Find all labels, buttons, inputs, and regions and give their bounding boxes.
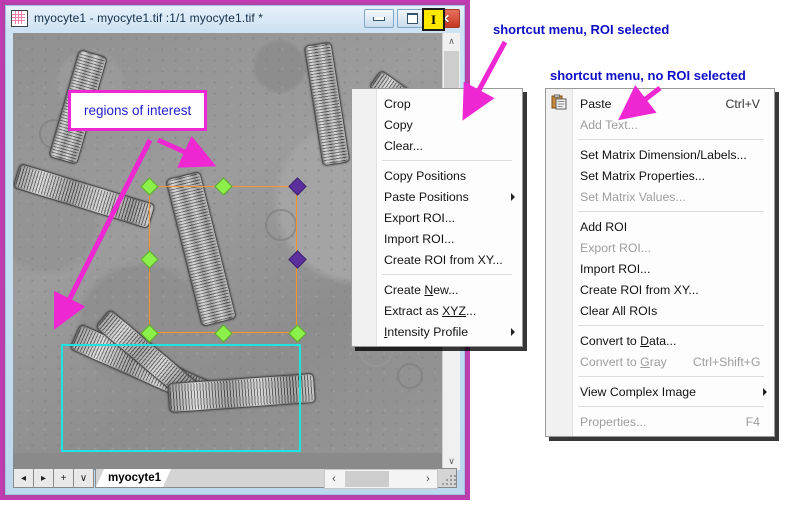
menu-item-add-text: Add Text... [546, 114, 774, 135]
menu-item-create-roi-from-xy[interactable]: Create ROI from XY... [352, 249, 522, 270]
menu-item-label: Set Matrix Values... [580, 190, 686, 204]
menu-item-shortcut: Ctrl+V [699, 97, 760, 111]
scroll-left-button[interactable]: ‹ [325, 470, 343, 488]
annotation-no-roi: shortcut menu, no ROI selected [550, 68, 746, 83]
menu-item-label: Clear All ROIs [580, 304, 657, 318]
menu-item-convert-to-data[interactable]: Convert to Data... [546, 330, 774, 351]
menu-item-shortcut: Ctrl+Shift+G [667, 355, 761, 369]
window-controls: ✕ [364, 9, 460, 28]
menu-item-label: Paste [580, 97, 611, 111]
menu-item-label: Copy Positions [384, 169, 466, 183]
menu-item-label: Set Matrix Dimension/Labels... [580, 148, 747, 162]
roi-unselected-rect[interactable] [61, 344, 301, 452]
image-artifact [397, 363, 423, 389]
menu-item-label: Create ROI from XY... [384, 253, 503, 267]
menu-item-import-roi[interactable]: Import ROI... [546, 258, 774, 279]
menu-item-import-roi[interactable]: Import ROI... [352, 228, 522, 249]
menu-item-export-roi: Export ROI... [546, 237, 774, 258]
menu-separator [578, 211, 764, 212]
annotation-roi-selected: shortcut menu, ROI selected [493, 22, 669, 37]
context-menu-no-roi[interactable]: Paste Ctrl+V Add Text... Set Matrix Dimen… [545, 88, 775, 437]
menu-item-export-roi[interactable]: Export ROI... [352, 207, 522, 228]
text-tool-button[interactable]: I [422, 8, 445, 31]
menu-item-view-complex-image[interactable]: View Complex Image [546, 381, 774, 402]
tab-first-button[interactable]: ◂ [13, 468, 34, 488]
menu-item-intensity-profile[interactable]: Intensity Profile [352, 321, 522, 342]
menu-item-label: Export ROI... [580, 241, 651, 255]
menu-item-label: Paste Positions [384, 190, 469, 204]
horizontal-scroll-thumb[interactable] [345, 471, 389, 487]
menu-item-label: Create ROI from XY... [580, 283, 699, 297]
menu-items-no-roi: Paste Ctrl+V Add Text... Set Matrix Dimen… [546, 89, 774, 436]
menu-item-label: Import ROI... [384, 232, 454, 246]
menu-item-clear[interactable]: Clear... [352, 135, 522, 156]
roi-selected-rect[interactable] [149, 186, 297, 333]
menu-item-properties: Properties... F4 [546, 411, 774, 432]
menu-item-set-matrix-properties[interactable]: Set Matrix Properties... [546, 165, 774, 186]
menu-item-label: Copy [384, 118, 413, 132]
scroll-up-button[interactable]: ∧ [443, 33, 460, 50]
callout-regions-of-interest: regions of interest [68, 90, 207, 131]
menu-item-copy-positions[interactable]: Copy Positions [352, 165, 522, 186]
scroll-right-button[interactable]: › [419, 470, 437, 488]
menu-item-set-matrix-dimension-labels[interactable]: Set Matrix Dimension/Labels... [546, 144, 774, 165]
submenu-arrow-icon [511, 328, 515, 336]
menu-item-label: Add Text... [580, 118, 638, 132]
menu-item-label: Set Matrix Properties... [580, 169, 705, 183]
menu-item-convert-to-gray: Convert to GrayCtrl+Shift+G [546, 351, 774, 372]
menu-item-label: Crop [384, 97, 411, 111]
submenu-arrow-icon [763, 388, 767, 396]
menu-item-shortcut: F4 [720, 415, 760, 429]
submenu-arrow-icon [511, 193, 515, 201]
menu-separator [382, 160, 512, 161]
horizontal-scrollbar[interactable]: ‹ › [324, 469, 438, 489]
menu-item-label: Import ROI... [580, 262, 650, 276]
matrix-grid-icon [11, 10, 28, 27]
menu-item-paste-positions[interactable]: Paste Positions [352, 186, 522, 207]
menu-item-label: Convert to Data... [580, 334, 676, 348]
menu-item-add-roi[interactable]: Add ROI [546, 216, 774, 237]
menu-item-label: Intensity Profile [384, 325, 468, 339]
menu-separator [578, 139, 764, 140]
menu-item-label: Clear... [384, 139, 423, 153]
menu-item-clear-all-rois[interactable]: Clear All ROIs [546, 300, 774, 321]
menu-item-label: Create New... [384, 283, 459, 297]
menu-item-paste[interactable]: Paste Ctrl+V [546, 93, 774, 114]
menu-separator [578, 376, 764, 377]
menu-item-set-matrix-values: Set Matrix Values... [546, 186, 774, 207]
window-title: myocyte1 - myocyte1.tif :1/1 myocyte1.ti… [34, 11, 263, 25]
menu-item-extract-as-xyz[interactable]: Extract as XYZ... [352, 300, 522, 321]
menu-item-label: Extract as XYZ... [384, 304, 476, 318]
context-menu-roi-selected[interactable]: Crop Copy Clear... Copy Positions Paste … [351, 88, 523, 347]
menu-item-create-new[interactable]: Create New... [352, 279, 522, 300]
menu-items-roi-selected: Crop Copy Clear... Copy Positions Paste … [352, 89, 522, 346]
window-titlebar[interactable]: myocyte1 - myocyte1.tif :1/1 myocyte1.ti… [6, 6, 464, 30]
menu-item-crop[interactable]: Crop [352, 93, 522, 114]
menu-item-label: Export ROI... [384, 211, 455, 225]
menu-separator [382, 274, 512, 275]
menu-item-label: Add ROI [580, 220, 627, 234]
menu-item-label: Convert to Gray [580, 355, 667, 369]
tab-menu-button[interactable]: ∨ [73, 468, 94, 488]
minimize-button[interactable] [364, 9, 394, 28]
menu-item-label: Properties... [580, 415, 646, 429]
resize-grip[interactable] [440, 471, 458, 489]
tab-next-button[interactable]: ▸ [33, 468, 54, 488]
menu-item-copy[interactable]: Copy [352, 114, 522, 135]
menu-item-label: View Complex Image [580, 385, 696, 399]
menu-separator [578, 406, 764, 407]
menu-separator [578, 325, 764, 326]
menu-item-create-roi-from-xy[interactable]: Create ROI from XY... [546, 279, 774, 300]
sheet-tab-myocyte1[interactable]: myocyte1 [96, 469, 171, 487]
tab-add-button[interactable]: + [53, 468, 74, 488]
